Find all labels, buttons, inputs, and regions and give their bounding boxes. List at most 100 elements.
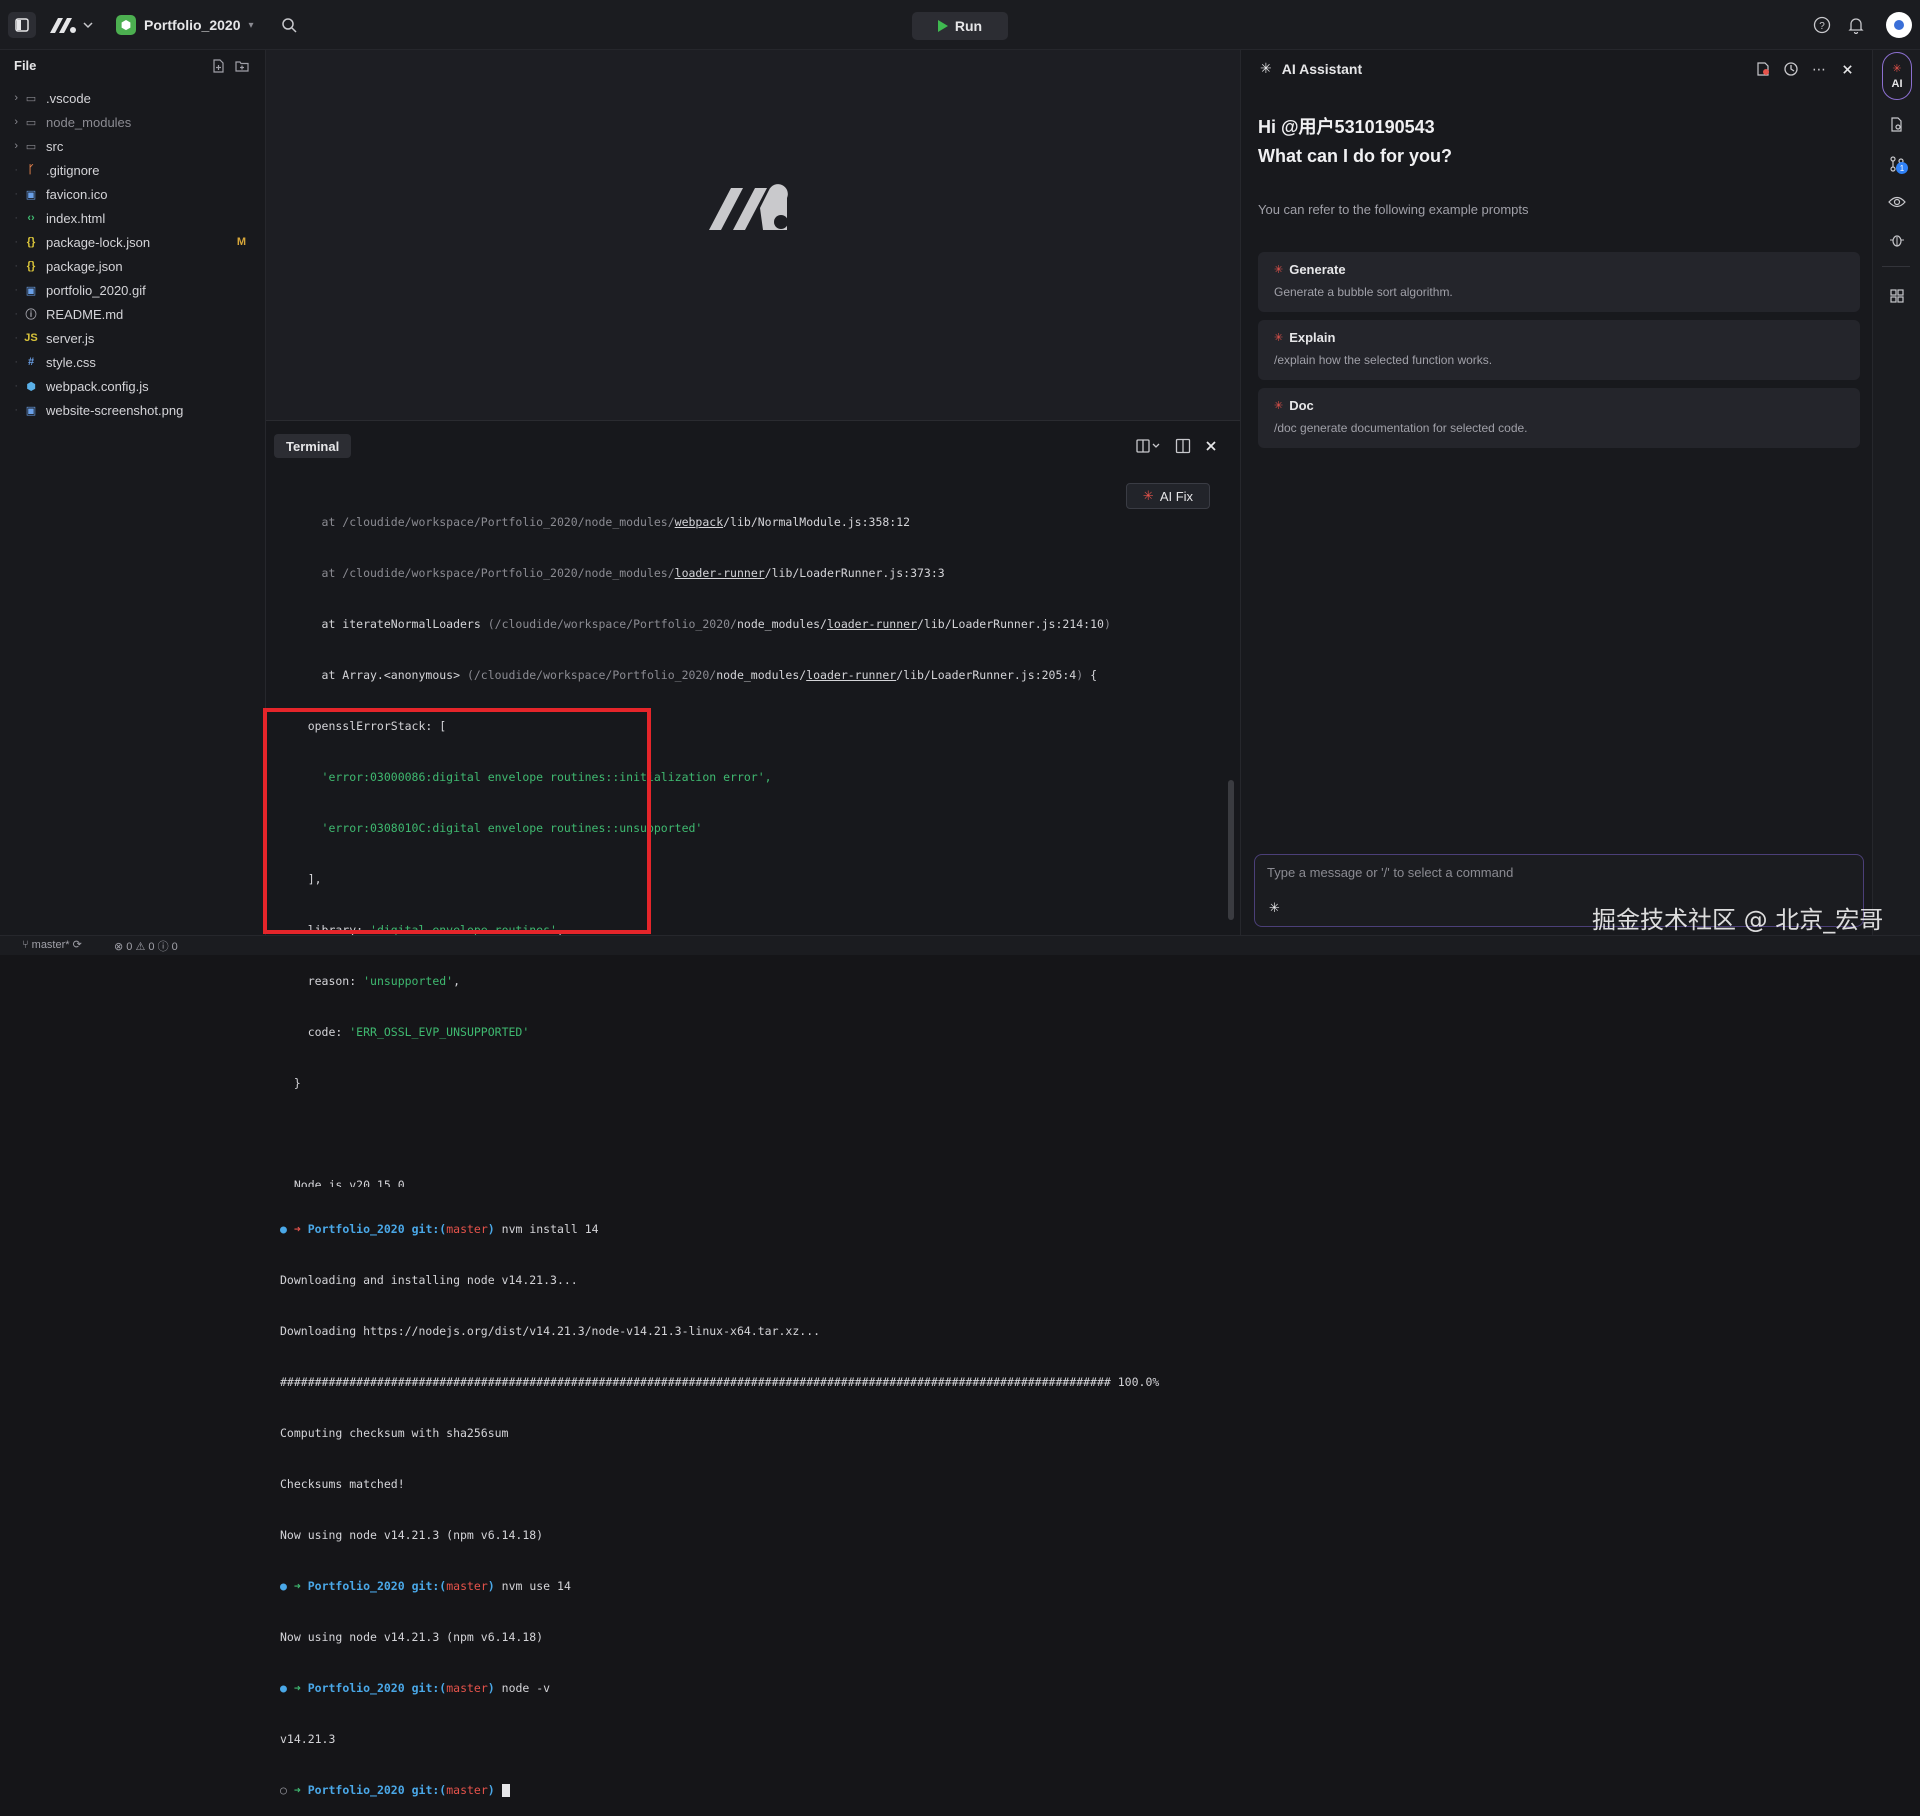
ai-assistant-title: AI Assistant [1281, 60, 1363, 77]
bug-icon[interactable] [1887, 230, 1907, 250]
terminal-line: Computing checksum with sha256sum [280, 1426, 509, 1440]
file-name: favicon.ico [46, 186, 108, 202]
status-bar [0, 935, 1920, 955]
image-icon: ▣ [25, 404, 37, 417]
project-selector[interactable]: ⬢ Portfolio_2020 ▾ [116, 12, 254, 38]
sparkle-icon: ✳ [1260, 60, 1272, 76]
file-name: .vscode [46, 90, 91, 106]
sidebar-toggle-icon[interactable] [8, 12, 36, 38]
file-name: style.css [46, 354, 96, 370]
help-icon[interactable]: ? [1812, 15, 1832, 35]
terminal-line: } [280, 1076, 301, 1090]
prompt-desc: /explain how the selected function works… [1274, 353, 1493, 367]
tree-indent: · [14, 308, 18, 320]
tree-indent: · [14, 212, 18, 224]
terminal-line: ########################################… [280, 1375, 1160, 1389]
preview-pane [266, 50, 1240, 420]
chevron-down-icon: ▾ [248, 19, 254, 31]
json-icon: {} [26, 260, 36, 272]
avatar[interactable] [1886, 12, 1912, 38]
css-icon: # [27, 356, 35, 368]
tab-terminal[interactable]: Terminal [274, 434, 352, 458]
ai-rail-label: AI [1891, 78, 1903, 90]
close-icon[interactable] [1202, 437, 1220, 455]
chevron-right-icon: › [14, 116, 18, 128]
watermark: 掘金技术社区 @ 北京_宏哥 [1592, 906, 1884, 934]
prompt-desc: Generate a bubble sort algorithm. [1274, 285, 1453, 299]
ai-assistant-header: ✳ AI Assistant [1260, 60, 1362, 77]
app-logo-icon [705, 178, 795, 234]
terminal-line: Downloading https://nodejs.org/dist/v14.… [280, 1324, 821, 1338]
terminal-line: Now using node v14.21.3 (npm v6.14.18) [280, 1630, 544, 1644]
folder-icon: ▭ [25, 92, 37, 105]
file-tree-item[interactable]: · JS server.js [0, 326, 266, 350]
ai-hint: You can refer to the following example p… [1258, 202, 1529, 217]
status-problems[interactable]: ⊗ 0 ⚠ 0 ⓘ 0 [114, 938, 178, 954]
file-tree-item[interactable]: · ▣ portfolio_2020.gif [0, 278, 266, 302]
terminal-prompt-line[interactable]: ○ ➜ Portfolio_2020 git:(master) [280, 1782, 1210, 1799]
new-folder-icon[interactable] [234, 58, 250, 74]
sparkle-icon[interactable]: ✳ [1269, 900, 1280, 916]
image-icon: ▣ [25, 284, 37, 297]
file-tree-item[interactable]: · ▣ favicon.ico [0, 182, 266, 206]
app-logo-icon[interactable] [48, 12, 94, 38]
new-file-icon[interactable] [210, 58, 226, 74]
tree-indent: · [14, 332, 18, 344]
file-name: node_modules [46, 114, 132, 130]
ai-rail-button[interactable]: ✳ AI [1882, 52, 1912, 100]
prompt-card-doc[interactable]: ✳ Doc /doc generate documentation for sel… [1258, 388, 1860, 448]
project-name: Portfolio_2020 [144, 17, 241, 33]
file-name: server.js [46, 330, 95, 346]
file-tree-item[interactable]: · {} package-lock.json M [0, 230, 266, 254]
info-count: 0 [171, 941, 178, 953]
ai-fix-label: AI Fix [1159, 488, 1194, 504]
file-tree-item[interactable]: · ‹› index.html [0, 206, 266, 230]
file-search-icon[interactable] [1887, 115, 1907, 135]
file-tree-item[interactable]: › ▭ .vscode [0, 86, 266, 110]
file-name: package-lock.json [46, 234, 151, 250]
split-icon[interactable] [1174, 437, 1192, 455]
terminal-line: v14.21.3 [280, 1732, 336, 1746]
new-chat-icon[interactable] [1754, 60, 1772, 78]
file-name: portfolio_2020.gif [46, 282, 146, 298]
terminal-line: code: 'ERR_OSSL_EVP_UNSUPPORTED' [280, 1025, 530, 1039]
prompt-desc: /doc generate documentation for selected… [1274, 421, 1528, 435]
extensions-icon[interactable] [1887, 286, 1907, 306]
file-tree-item[interactable]: · {} package.json [0, 254, 266, 278]
file-tree-item[interactable]: · ⓘ README.md [0, 302, 266, 326]
search-icon[interactable] [278, 14, 300, 36]
file-tree-item[interactable]: · ▣ website-screenshot.png [0, 398, 266, 422]
prompt-card-explain[interactable]: ✳ Explain /explain how the selected funct… [1258, 320, 1860, 380]
file-tree-item[interactable]: · # style.css [0, 350, 266, 374]
more-icon[interactable]: ⋯ [1810, 60, 1828, 78]
file-tree-item[interactable]: · ⬢ webpack.config.js [0, 374, 266, 398]
bell-icon[interactable] [1846, 15, 1866, 35]
ai-fix-button[interactable]: ✳ AI Fix [1126, 483, 1210, 509]
info-icon: ⓘ [157, 941, 172, 953]
terminal-line: reason: 'unsupported', [280, 974, 461, 988]
json-icon: {} [26, 236, 36, 248]
ai-input-placeholder: Type a message or '/' to select a comman… [1267, 865, 1514, 880]
image-icon: ▣ [25, 188, 37, 201]
status-branch[interactable]: ⑂ master* ⟳ [22, 938, 82, 951]
history-icon[interactable] [1782, 60, 1800, 78]
file-tree-item[interactable]: · ᚴ .gitignore [0, 158, 266, 182]
layout-icon[interactable] [1136, 437, 1164, 455]
eye-icon[interactable] [1887, 192, 1907, 212]
html-icon: ‹› [27, 212, 35, 224]
sparkle-icon: ✳ [1274, 264, 1284, 276]
terminal-line: at /cloudide/workspace/Portfolio_2020/no… [280, 515, 911, 529]
file-tree-item[interactable]: › ▭ src [0, 134, 266, 158]
terminal-line: Checksums matched! [280, 1477, 405, 1491]
close-icon[interactable] [1838, 60, 1856, 78]
prompt-card-generate[interactable]: ✳ Generate Generate a bubble sort algorit… [1258, 252, 1860, 312]
sync-icon[interactable]: ⟳ [70, 939, 82, 951]
folder-icon: ▭ [25, 140, 37, 153]
prompt-title: Explain [1289, 330, 1336, 345]
run-button[interactable]: Run [912, 12, 1008, 40]
tree-indent: · [14, 164, 18, 176]
terminal-scrollbar[interactable] [1228, 780, 1234, 920]
warning-icon: ⚠ [135, 941, 149, 953]
info-icon: ⓘ [25, 309, 37, 321]
file-tree-item[interactable]: › ▭ node_modules [0, 110, 266, 134]
